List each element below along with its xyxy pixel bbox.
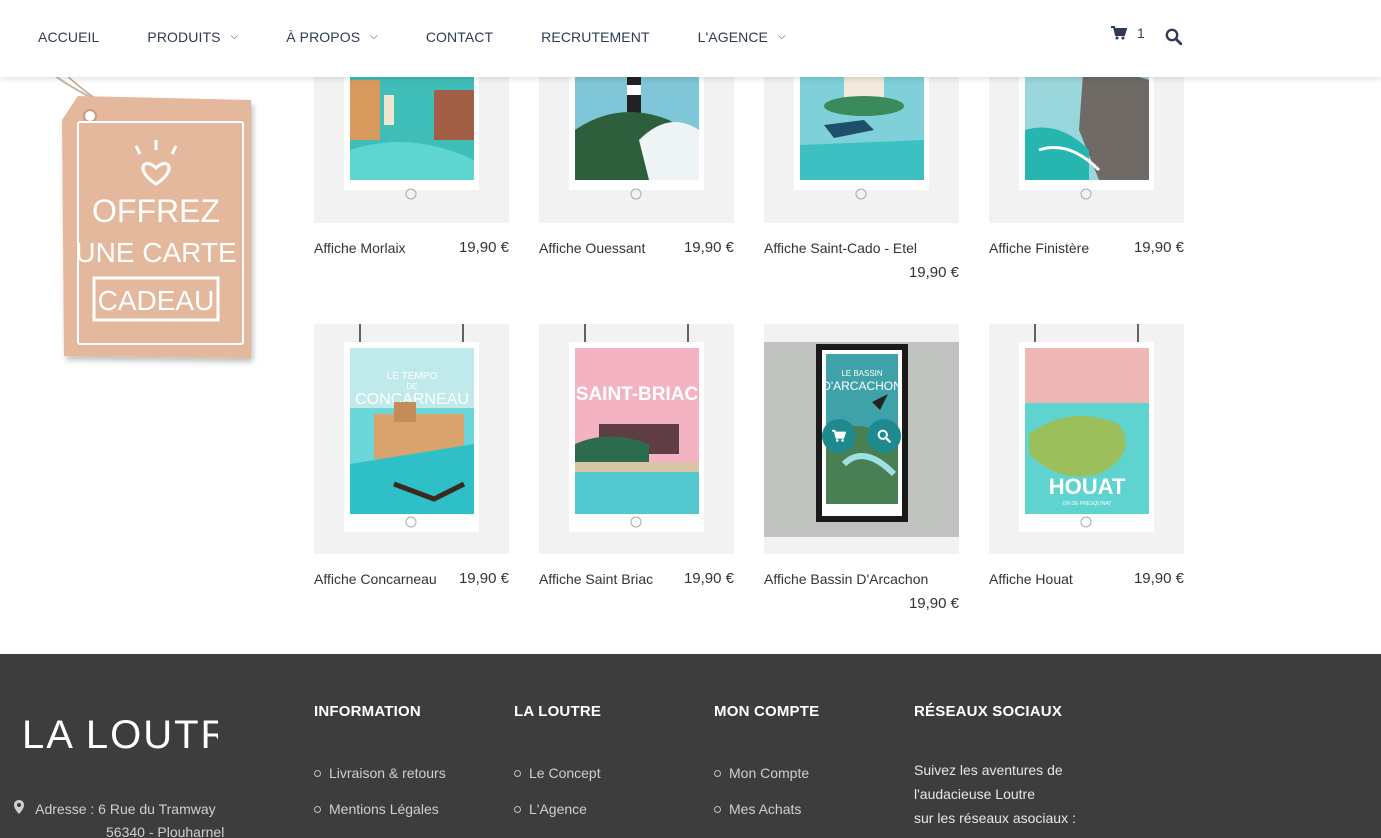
gift-card-line-2: UNE CARTE bbox=[75, 237, 236, 268]
product-price: 19,90 € bbox=[458, 570, 509, 587]
site-footer: LA LOUTRE Adresse : 6 Rue du Tramway 563… bbox=[0, 654, 1381, 838]
product-name[interactable]: Affiche Saint-Cado - Etel bbox=[764, 240, 917, 256]
gift-card-line-3: CADEAU bbox=[98, 285, 215, 316]
footer-link-mentions[interactable]: Mentions Légales bbox=[314, 801, 439, 817]
logo-text: LA LOUTRE bbox=[22, 713, 218, 752]
poster-title-line: LE TEMPO bbox=[387, 371, 438, 382]
product-name[interactable]: Affiche Ouessant bbox=[539, 240, 645, 256]
bullet-icon bbox=[514, 805, 521, 813]
cart-count: 1 bbox=[1137, 25, 1145, 41]
poster-title-line: SAINT-BRIAC bbox=[576, 384, 699, 405]
footer-link-label: Mentions Légales bbox=[329, 801, 439, 817]
nav-item-contact[interactable]: CONTACT bbox=[426, 26, 493, 48]
footer-column-title: MON COMPTE bbox=[714, 703, 820, 720]
search-icon[interactable] bbox=[1165, 28, 1182, 45]
product-name[interactable]: Affiche Morlaix bbox=[314, 240, 406, 256]
footer-link-label: Mes Achats bbox=[729, 801, 802, 817]
product-card[interactable]: HOUAT ON DE PRESQU'NAT Affiche Houat 19,… bbox=[989, 324, 1184, 587]
address-street: Adresse : 6 Rue du Tramway bbox=[35, 801, 216, 817]
product-price: 19,90 € bbox=[908, 264, 959, 281]
product-price: 19,90 € bbox=[683, 239, 734, 256]
address-line: Adresse : 6 Rue du Tramway bbox=[14, 800, 216, 817]
bullet-icon bbox=[514, 769, 521, 777]
search-icon bbox=[877, 429, 891, 443]
footer-link-livraison[interactable]: Livraison & retours bbox=[314, 765, 446, 781]
footer-column-title: RÉSEAUX SOCIAUX bbox=[914, 703, 1063, 720]
poster-title-line: HOUAT bbox=[1049, 474, 1126, 499]
poster-title-line: DE bbox=[406, 382, 417, 391]
footer-column-title: LA LOUTRE bbox=[514, 703, 602, 720]
main-nav: ACCUEIL PRODUITS ⌵ À PROPOS ⌵ CONTACT RE… bbox=[38, 26, 834, 48]
product-price: 19,90 € bbox=[1133, 570, 1184, 587]
product-image[interactable]: HOUAT ON DE PRESQU'NAT bbox=[989, 324, 1184, 554]
footer-link-label: Livraison & retours bbox=[329, 765, 446, 781]
nav-item-a-propos[interactable]: À PROPOS ⌵ bbox=[286, 26, 378, 48]
product-price: 19,90 € bbox=[1133, 239, 1184, 256]
social-text-line: sur les réseaux asociaux : bbox=[914, 810, 1076, 826]
product-name[interactable]: Affiche Houat bbox=[989, 571, 1073, 587]
product-card[interactable]: SAINT-BRIAC Affiche Saint Briac 19,90 € bbox=[539, 324, 734, 587]
footer-link-label: L'Agence bbox=[529, 801, 587, 817]
header-bar: ACCUEIL PRODUITS ⌵ À PROPOS ⌵ CONTACT RE… bbox=[0, 0, 1381, 77]
nav-item-agence[interactable]: L'AGENCE ⌵ bbox=[698, 26, 786, 48]
gift-card-line-1: OFFREZ bbox=[92, 193, 220, 229]
nav-item-label: À PROPOS bbox=[286, 29, 361, 45]
social-text-line: Suivez les aventures de bbox=[914, 762, 1063, 778]
cart-button[interactable]: 1 bbox=[1111, 25, 1145, 41]
product-card[interactable]: LE BASSIN D'ARCACHON Affiche Bassin D'Ar… bbox=[764, 324, 959, 612]
nav-item-accueil[interactable]: ACCUEIL bbox=[38, 26, 99, 48]
social-description: Suivez les aventures de l'audacieuse Lou… bbox=[914, 758, 1076, 830]
product-image[interactable]: SAINT-BRIAC bbox=[539, 324, 734, 554]
add-to-cart-button[interactable] bbox=[822, 419, 856, 453]
nav-item-label: CONTACT bbox=[425, 29, 494, 45]
footer-link-label: Le Concept bbox=[529, 765, 601, 781]
nav-item-recrutement[interactable]: RECRUTEMENT bbox=[541, 26, 649, 48]
shopping-cart-icon bbox=[832, 429, 846, 442]
chevron-down-icon: ⌵ bbox=[778, 30, 786, 42]
address-city: 56340 - Plouharnel bbox=[106, 824, 225, 838]
footer-column-title: INFORMATION bbox=[314, 703, 421, 720]
chevron-down-icon: ⌵ bbox=[370, 30, 378, 42]
product-name[interactable]: Affiche Bassin D'Arcachon bbox=[764, 571, 928, 587]
chevron-down-icon: ⌵ bbox=[230, 30, 239, 42]
product-price: 19,90 € bbox=[458, 239, 509, 256]
product-image[interactable]: LE TEMPO DE CONCARNEAU bbox=[314, 324, 509, 554]
poster-title-line: D'ARCACHON bbox=[822, 379, 902, 393]
product-name[interactable]: Affiche Finistère bbox=[989, 240, 1089, 256]
gift-card-banner[interactable]: OFFREZ UNE CARTE CADEAU bbox=[36, 60, 266, 380]
la-loutre-logo[interactable]: LA LOUTRE bbox=[22, 710, 218, 752]
product-image[interactable]: LE BASSIN D'ARCACHON bbox=[764, 324, 959, 554]
footer-link-concept[interactable]: Le Concept bbox=[514, 765, 601, 781]
bullet-icon bbox=[314, 769, 321, 777]
product-card[interactable]: LE TEMPO DE CONCARNEAU Affiche Concarnea… bbox=[314, 324, 509, 587]
footer-link-label: Mon Compte bbox=[729, 765, 810, 781]
nav-item-label: PRODUITS bbox=[147, 29, 221, 45]
nav-item-label: L'AGENCE bbox=[697, 29, 768, 45]
shopping-cart-icon bbox=[1111, 26, 1127, 40]
product-name[interactable]: Affiche Concarneau bbox=[314, 571, 437, 587]
product-name[interactable]: Affiche Saint Briac bbox=[539, 571, 653, 587]
bullet-icon bbox=[714, 805, 721, 813]
social-text-line: l'audacieuse Loutre bbox=[914, 786, 1035, 802]
map-marker-icon bbox=[14, 800, 24, 817]
nav-item-label: ACCUEIL bbox=[38, 29, 100, 45]
bullet-icon bbox=[714, 769, 721, 777]
footer-link-mes-achats[interactable]: Mes Achats bbox=[714, 801, 801, 817]
product-price: 19,90 € bbox=[908, 595, 959, 612]
bullet-icon bbox=[314, 805, 321, 813]
footer-link-agence[interactable]: L'Agence bbox=[514, 801, 587, 817]
nav-item-produits[interactable]: PRODUITS ⌵ bbox=[147, 26, 238, 48]
product-price: 19,90 € bbox=[683, 570, 734, 587]
quick-view-button[interactable] bbox=[867, 419, 901, 453]
nav-item-label: RECRUTEMENT bbox=[541, 29, 650, 45]
poster-title-line: LE BASSIN bbox=[841, 369, 883, 378]
poster-title-line: ON DE PRESQU'NAT bbox=[1063, 501, 1112, 507]
footer-link-mon-compte[interactable]: Mon Compte bbox=[714, 765, 809, 781]
